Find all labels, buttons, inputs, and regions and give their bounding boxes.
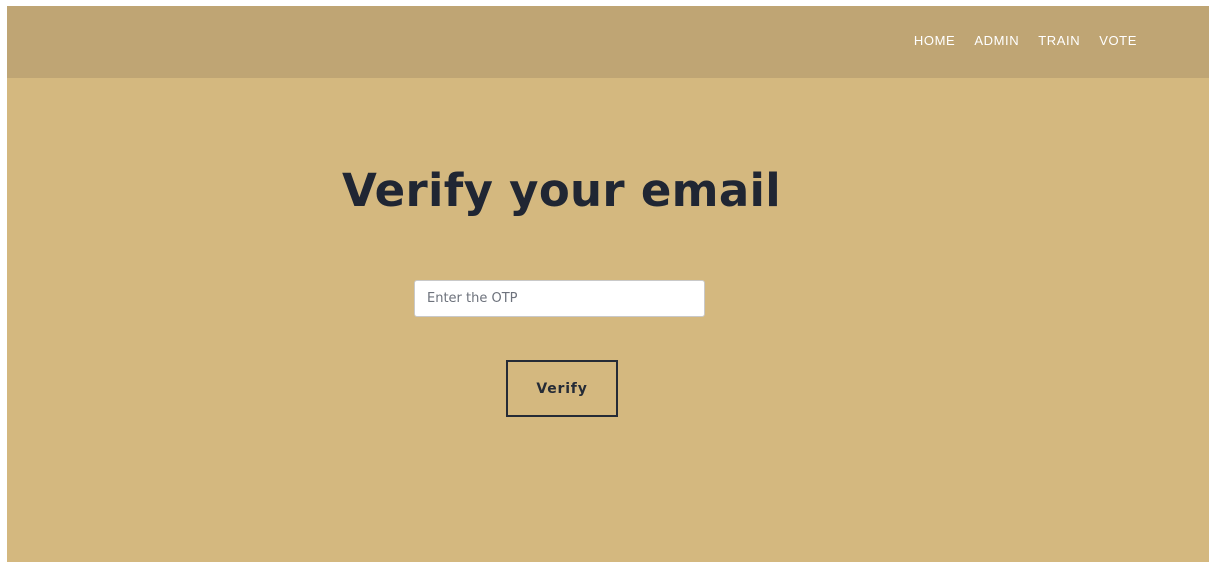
nav-links: HOME ADMIN TRAIN VOTE	[914, 33, 1137, 48]
page-frame: HOME ADMIN TRAIN VOTE Verify your email …	[7, 6, 1209, 562]
nav-item-vote[interactable]: VOTE	[1099, 33, 1137, 48]
otp-input[interactable]	[414, 280, 705, 317]
nav-item-admin[interactable]: ADMIN	[974, 33, 1019, 48]
nav-item-home[interactable]: HOME	[914, 33, 955, 48]
verify-button[interactable]: Verify	[506, 360, 618, 417]
page-title: Verify your email	[342, 164, 781, 217]
navbar: HOME ADMIN TRAIN VOTE	[7, 6, 1209, 78]
nav-item-train[interactable]: TRAIN	[1038, 33, 1080, 48]
